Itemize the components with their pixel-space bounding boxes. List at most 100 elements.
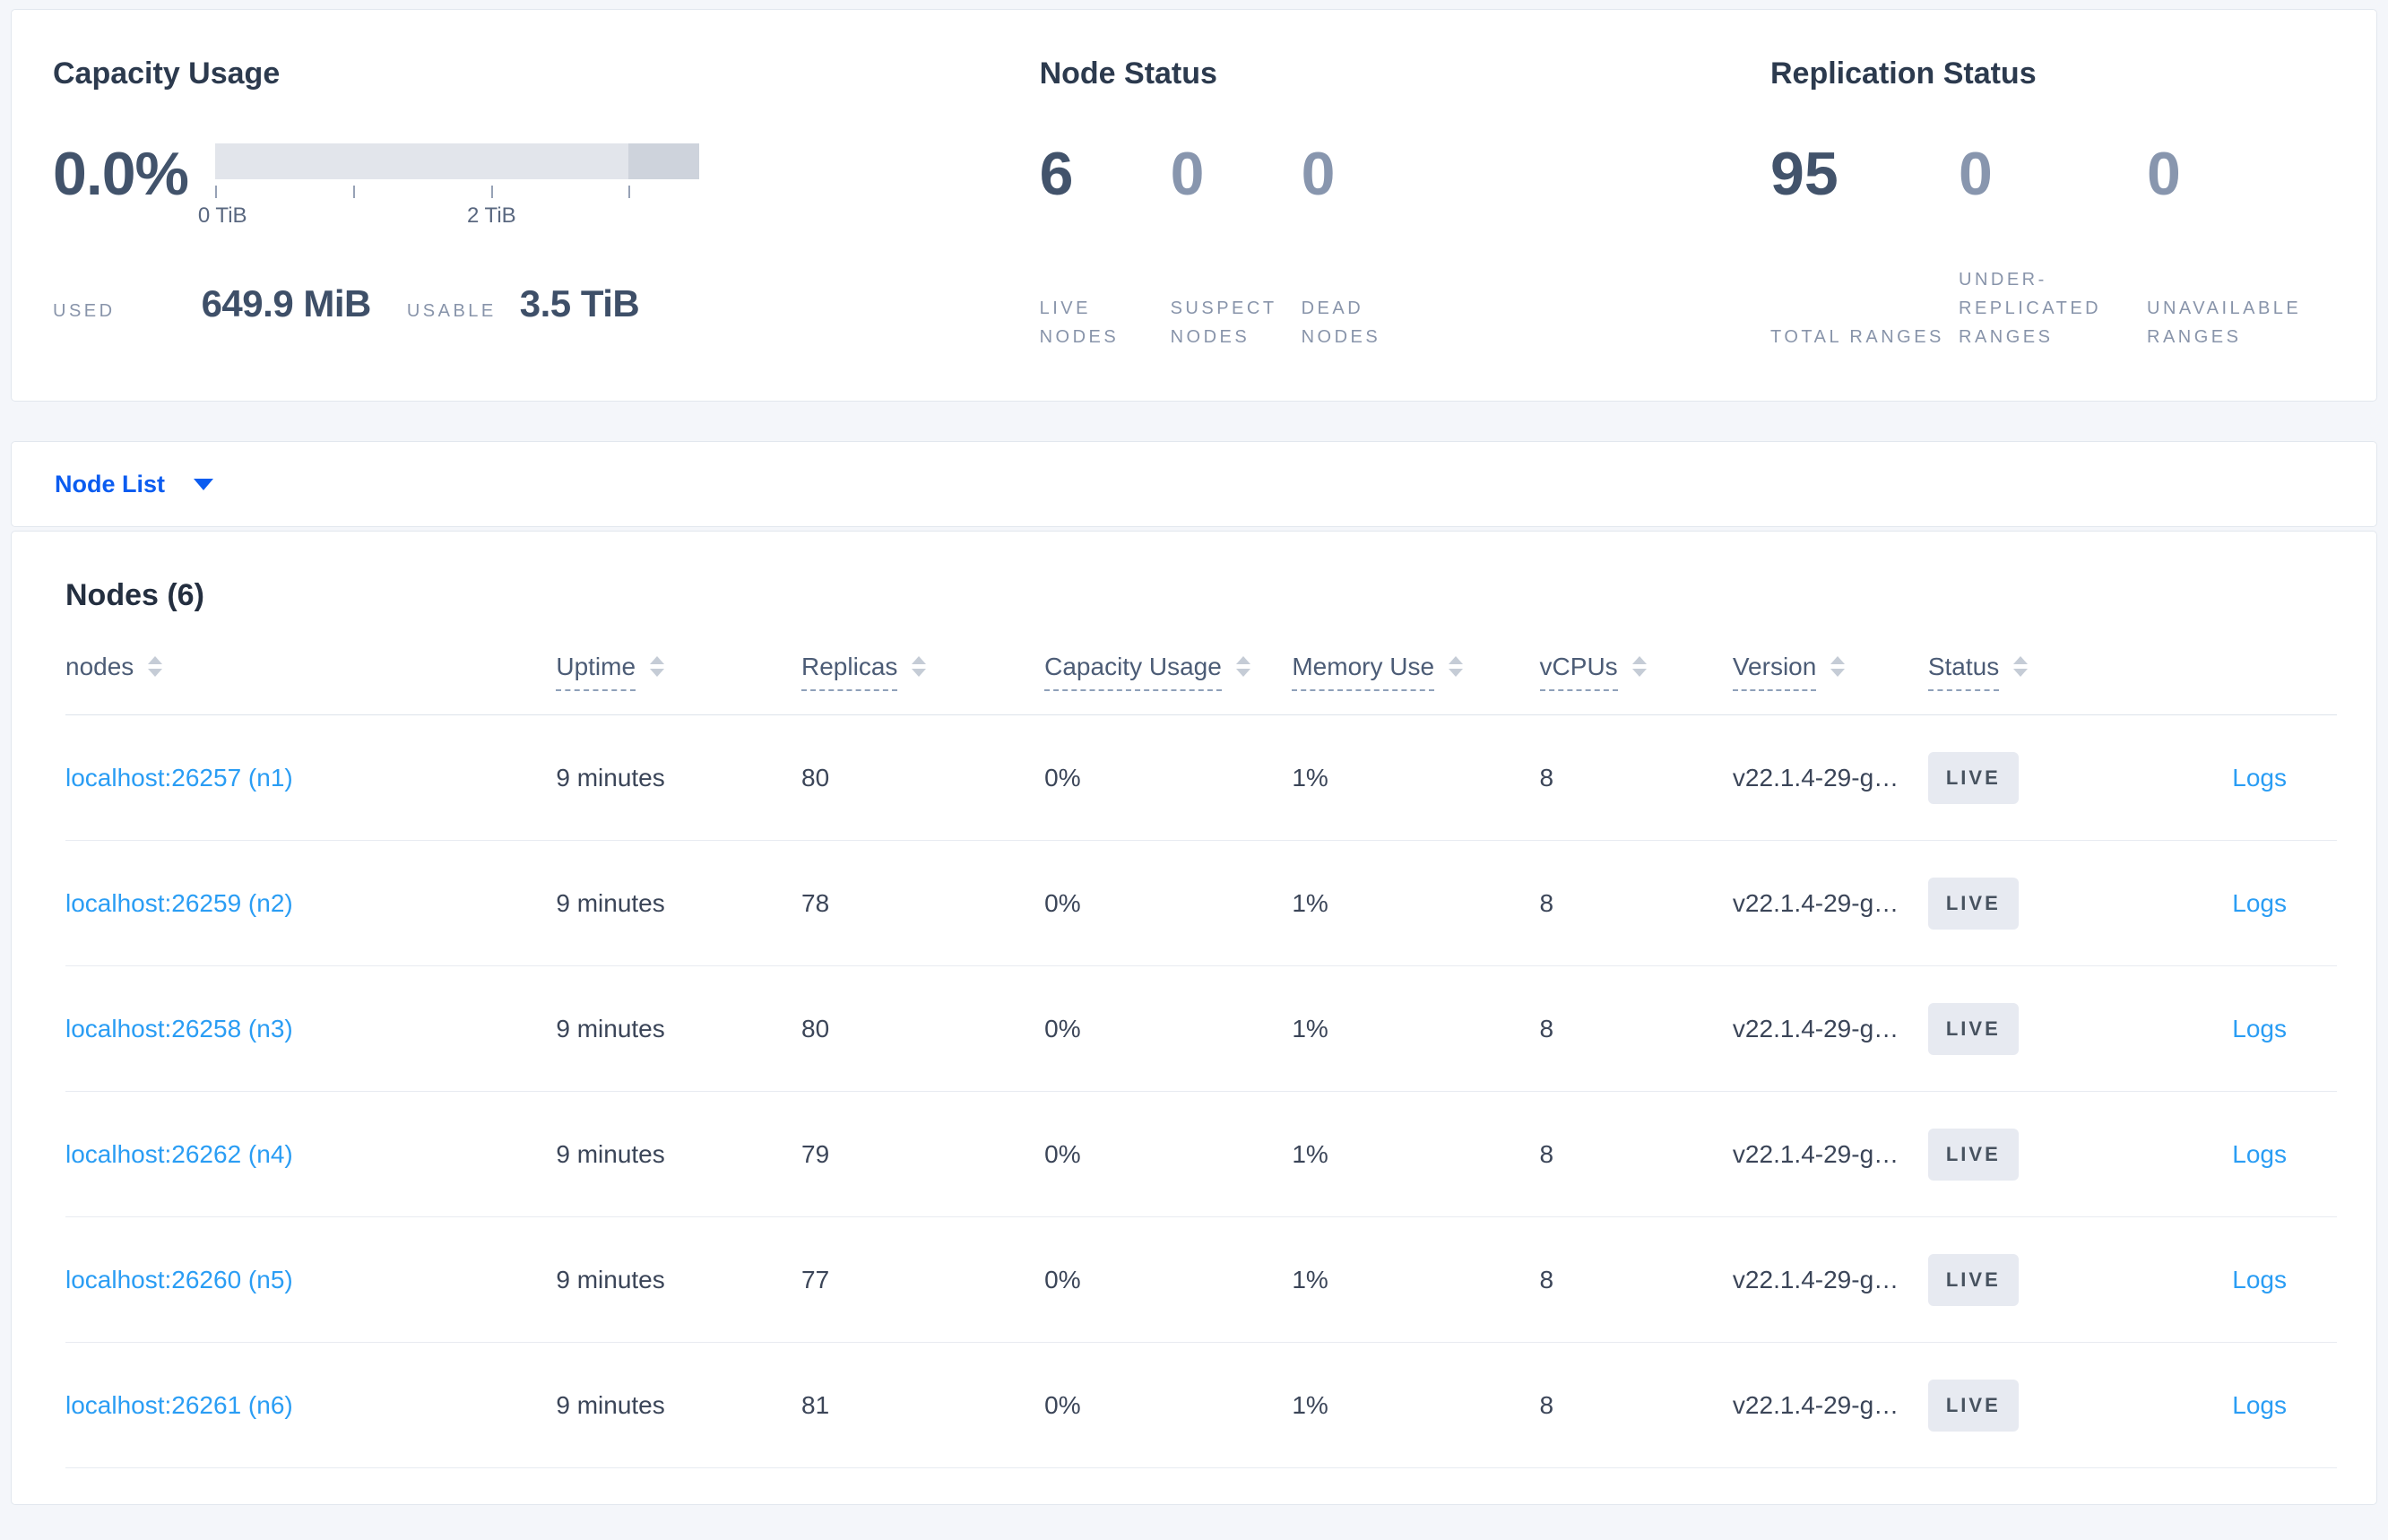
- status-cell: LIVE: [1927, 840, 2135, 966]
- node-address-cell: localhost:26262 (n4): [65, 1091, 557, 1217]
- node-link[interactable]: localhost:26259 (n2): [65, 889, 293, 917]
- sort-icon: [148, 656, 163, 677]
- status-badge: LIVE: [1927, 1128, 2019, 1181]
- used-label: USED: [53, 301, 116, 321]
- table-row: localhost:26258 (n3) 9 minutes 80 0% 1% …: [65, 965, 2337, 1092]
- dead-nodes-label: DEAD NODES: [1301, 298, 1381, 347]
- status-cell: LIVE: [1927, 1216, 2135, 1343]
- replicas-cell: 78: [801, 840, 1045, 966]
- capacity-usage-cell: 0%: [1044, 840, 1293, 966]
- node-list-table: nodes Uptime Replicas Capacity Usage Mem…: [65, 653, 2337, 1468]
- column-header-vcpus[interactable]: vCPUs: [1539, 653, 1733, 715]
- node-link[interactable]: localhost:26260 (n5): [65, 1266, 293, 1293]
- total-ranges-label: TOTAL RANGES: [1770, 327, 1944, 347]
- uptime-cell: 9 minutes: [556, 1091, 802, 1217]
- unavailable-ranges-label: UNAVAILABLE RANGES: [2147, 298, 2302, 347]
- node-address-cell: localhost:26257 (n1): [65, 714, 557, 841]
- version-cell: v22.1.4-29-g…: [1732, 714, 1928, 841]
- column-header-status[interactable]: Status: [1927, 653, 2135, 715]
- table-header-row: nodes Uptime Replicas Capacity Usage Mem…: [65, 653, 2337, 715]
- live-nodes-label: LIVE NODES: [1039, 298, 1120, 347]
- usable-label: USABLE: [406, 301, 497, 321]
- node-link[interactable]: localhost:26262 (n4): [65, 1140, 293, 1168]
- table-row: localhost:26262 (n4) 9 minutes 79 0% 1% …: [65, 1091, 2337, 1217]
- table-row: localhost:26259 (n2) 9 minutes 78 0% 1% …: [65, 840, 2337, 966]
- version-cell: v22.1.4-29-g…: [1732, 1342, 1928, 1468]
- logs-link[interactable]: Logs: [2232, 1015, 2287, 1043]
- total-ranges-value: 95: [1770, 140, 1839, 208]
- logs-link[interactable]: Logs: [2232, 1391, 2287, 1419]
- status-badge: LIVE: [1927, 877, 2019, 930]
- table-row: localhost:26260 (n5) 9 minutes 77 0% 1% …: [65, 1216, 2337, 1343]
- column-header-logs: [2134, 653, 2337, 715]
- replication-status-section: Replication Status 95 TOTAL RANGES 0 UND…: [1770, 56, 2335, 401]
- column-header-uptime[interactable]: Uptime: [556, 653, 802, 715]
- column-header-capacity-usage[interactable]: Capacity Usage: [1044, 653, 1293, 715]
- vcpus-cell: 8: [1539, 1342, 1733, 1468]
- sort-icon: [1449, 656, 1464, 677]
- sort-icon: [1631, 656, 1647, 677]
- node-address-cell: localhost:26260 (n5): [65, 1216, 557, 1343]
- logs-link[interactable]: Logs: [2232, 764, 2287, 792]
- under-replicated-ranges-stat: 0 UNDER-REPLICATED RANGES: [1959, 143, 2138, 351]
- uptime-cell: 9 minutes: [556, 1216, 802, 1343]
- view-selector[interactable]: Node List: [11, 441, 2377, 527]
- logs-link[interactable]: Logs: [2232, 889, 2287, 917]
- vcpus-cell: 8: [1539, 1091, 1733, 1217]
- status-cell: LIVE: [1927, 965, 2135, 1092]
- sort-icon: [2013, 656, 2029, 677]
- axis-tick: [628, 186, 631, 198]
- logs-link[interactable]: Logs: [2232, 1140, 2287, 1168]
- under-replicated-ranges-label: UNDER-REPLICATED RANGES: [1959, 270, 2102, 347]
- suspect-nodes-value: 0: [1170, 140, 1205, 208]
- status-cell: LIVE: [1927, 714, 2135, 841]
- capacity-usage-cell: 0%: [1044, 714, 1293, 841]
- column-header-nodes[interactable]: nodes: [65, 653, 557, 715]
- suspect-nodes-stat: 0 SUSPECT NODES: [1171, 143, 1302, 351]
- logs-cell: Logs: [2134, 1216, 2337, 1343]
- capacity-usage-title: Capacity Usage: [53, 56, 281, 91]
- axis-tick: [353, 186, 356, 198]
- node-status-title: Node Status: [1039, 56, 1217, 91]
- cluster-summary-card: Capacity Usage 0.0% 0 TiB 2 TiB USED 649…: [11, 9, 2377, 402]
- memory-use-cell: 1%: [1292, 1342, 1540, 1468]
- node-address-cell: localhost:26258 (n3): [65, 965, 557, 1092]
- capacity-percent-value: 0.0%: [53, 140, 189, 208]
- view-selector-label[interactable]: Node List: [55, 471, 165, 498]
- column-header-version[interactable]: Version: [1732, 653, 1928, 715]
- unavailable-ranges-stat: 0 UNAVAILABLE RANGES: [2147, 143, 2326, 351]
- node-status-section: Node Status 6 LIVE NODES 0 SUSPECT NODES…: [1040, 56, 1770, 401]
- logs-cell: Logs: [2134, 1091, 2337, 1217]
- axis-tick: [215, 186, 217, 198]
- column-header-memory-use[interactable]: Memory Use: [1292, 653, 1540, 715]
- uptime-cell: 9 minutes: [556, 965, 802, 1092]
- node-link[interactable]: localhost:26257 (n1): [65, 764, 293, 792]
- node-address-cell: localhost:26261 (n6): [65, 1342, 557, 1468]
- replication-status-title: Replication Status: [1770, 56, 2037, 91]
- logs-link[interactable]: Logs: [2232, 1266, 2287, 1293]
- usable-value: 3.5 TiB: [519, 282, 640, 324]
- sort-icon: [1830, 656, 1846, 677]
- node-link[interactable]: localhost:26261 (n6): [65, 1391, 293, 1419]
- sort-icon: [650, 656, 665, 677]
- table-body: localhost:26257 (n1) 9 minutes 80 0% 1% …: [65, 714, 2337, 1468]
- memory-use-cell: 1%: [1292, 714, 1540, 841]
- capacity-bar-usable-segment: [215, 143, 629, 179]
- memory-use-cell: 1%: [1292, 840, 1540, 966]
- replicas-cell: 80: [801, 965, 1045, 1092]
- vcpus-cell: 8: [1539, 714, 1733, 841]
- logs-cell: Logs: [2134, 714, 2337, 841]
- node-link[interactable]: localhost:26258 (n3): [65, 1015, 293, 1043]
- capacity-usage-cell: 0%: [1044, 1091, 1293, 1217]
- suspect-nodes-label: SUSPECT NODES: [1170, 298, 1277, 347]
- column-header-replicas[interactable]: Replicas: [801, 653, 1045, 715]
- total-ranges-stat: 95 TOTAL RANGES: [1770, 143, 1950, 351]
- unavailable-ranges-value: 0: [2147, 140, 2181, 208]
- replicas-cell: 79: [801, 1091, 1045, 1217]
- axis-tick: [491, 186, 494, 198]
- capacity-usage-section: Capacity Usage 0.0% 0 TiB 2 TiB USED 649…: [53, 56, 1040, 401]
- status-badge: LIVE: [1927, 751, 2019, 804]
- table-row: localhost:26261 (n6) 9 minutes 81 0% 1% …: [65, 1342, 2337, 1468]
- table-row: localhost:26257 (n1) 9 minutes 80 0% 1% …: [65, 714, 2337, 841]
- status-badge: LIVE: [1927, 1253, 2019, 1306]
